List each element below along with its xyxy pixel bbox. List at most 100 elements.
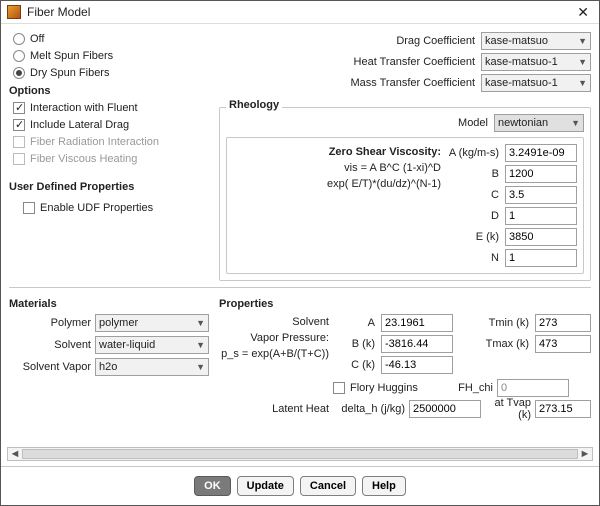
label-model: Model — [226, 117, 490, 129]
label-polymer: Polymer — [9, 317, 91, 329]
input-tmin[interactable] — [535, 314, 591, 332]
chevron-down-icon: ▼ — [578, 78, 587, 88]
label-tmin: Tmin (k) — [461, 317, 531, 329]
label-solvent: Solvent — [9, 339, 91, 351]
update-button[interactable]: Update — [237, 476, 294, 496]
select-value: water-liquid — [99, 339, 155, 351]
label-at-tvap: at Tvap (k) — [485, 397, 531, 421]
select-polymer[interactable]: polymer ▼ — [95, 314, 209, 332]
scroll-thumb[interactable] — [22, 449, 578, 459]
input-tmax[interactable] — [535, 335, 591, 353]
input-A[interactable] — [505, 144, 577, 162]
app-icon — [7, 5, 21, 19]
label-zero-shear: Zero Shear Viscosity: — [233, 144, 441, 160]
help-button[interactable]: Help — [362, 476, 406, 496]
label-svp3: p_s = exp(A+B/(T+C)) — [219, 346, 329, 362]
checkbox-icon — [23, 202, 35, 214]
chevron-down-icon: ▼ — [196, 340, 205, 350]
select-value: kase-matsuo-1 — [485, 77, 558, 89]
label-N: N — [447, 252, 501, 264]
check-enable-udf[interactable]: Enable UDF Properties — [9, 199, 209, 216]
options-header: Options — [9, 85, 209, 97]
select-heat-coef[interactable]: kase-matsuo-1 ▼ — [481, 53, 591, 71]
check-lateral-drag[interactable]: Include Lateral Drag — [9, 116, 209, 133]
input-fhchi — [497, 379, 569, 397]
rheology-frame: Rheology Model newtonian ▼ Zero Shear Vi… — [219, 107, 591, 281]
label-eq1: vis = A B^C (1-xi)^D — [233, 160, 441, 176]
select-rheology-model[interactable]: newtonian ▼ — [494, 114, 584, 132]
input-pC[interactable] — [381, 356, 453, 374]
label-tmax: Tmax (k) — [461, 338, 531, 350]
checkbox-icon — [13, 136, 25, 148]
check-label: Fiber Radiation Interaction — [30, 136, 159, 148]
label-svp1: Solvent — [219, 314, 329, 330]
radio-off[interactable]: Off — [9, 30, 209, 47]
select-value: kase-matsuo — [485, 35, 548, 47]
chevron-down-icon: ▼ — [196, 362, 205, 372]
label-mass-coef: Mass Transfer Coefficient — [219, 77, 477, 89]
check-label: Fiber Viscous Heating — [30, 153, 137, 165]
dialog-footer: OK Update Cancel Help — [1, 466, 599, 505]
label-pB: B (k) — [337, 338, 377, 350]
properties-header: Properties — [219, 298, 591, 310]
select-value: polymer — [99, 317, 138, 329]
materials-header: Materials — [9, 298, 209, 310]
select-solvent[interactable]: water-liquid ▼ — [95, 336, 209, 354]
chevron-down-icon: ▼ — [571, 118, 580, 128]
label-pC: C (k) — [337, 359, 377, 371]
close-icon[interactable]: ✕ — [573, 4, 593, 21]
label-pA: A — [337, 317, 377, 329]
radio-icon — [13, 33, 25, 45]
label-heat-coef: Heat Transfer Coefficient — [219, 56, 477, 68]
select-mass-coef[interactable]: kase-matsuo-1 ▼ — [481, 74, 591, 92]
input-delta-h[interactable] — [409, 400, 481, 418]
input-B[interactable] — [505, 165, 577, 183]
radio-label: Dry Spun Fibers — [30, 67, 109, 79]
chevron-down-icon: ▼ — [196, 318, 205, 328]
label-drag-coef: Drag Coefficient — [219, 35, 477, 47]
radio-icon — [13, 50, 25, 62]
label-delta-h: delta_h (j/kg) — [333, 403, 405, 415]
check-label: Enable UDF Properties — [40, 202, 153, 214]
window-title: Fiber Model — [27, 5, 573, 19]
checkbox-icon — [13, 153, 25, 165]
chevron-down-icon: ▼ — [578, 36, 587, 46]
checkbox-icon — [333, 382, 345, 394]
radio-label: Off — [30, 33, 44, 45]
label-C: C — [447, 189, 501, 201]
check-flory-huggins[interactable]: Flory Huggins — [333, 380, 449, 397]
input-pB[interactable] — [381, 335, 453, 353]
checkbox-icon — [13, 102, 25, 114]
horizontal-scrollbar[interactable]: ◄ ► — [7, 447, 593, 461]
label-A: A (kg/m-s) — [447, 147, 501, 159]
select-solvent-vapor[interactable]: h2o ▼ — [95, 358, 209, 376]
udf-header: User Defined Properties — [9, 181, 209, 193]
ok-button[interactable]: OK — [194, 476, 231, 496]
radio-icon — [13, 67, 25, 79]
select-drag-coef[interactable]: kase-matsuo ▼ — [481, 32, 591, 50]
select-value: h2o — [99, 361, 117, 373]
input-N[interactable] — [505, 249, 577, 267]
input-E[interactable] — [505, 228, 577, 246]
rheology-header: Rheology — [226, 99, 282, 111]
input-C[interactable] — [505, 186, 577, 204]
input-tvap[interactable] — [535, 400, 591, 418]
scroll-right-icon[interactable]: ► — [578, 448, 592, 460]
label-D: D — [447, 210, 501, 222]
check-interaction-fluent[interactable]: Interaction with Fluent — [9, 99, 209, 116]
check-viscous-heating: Fiber Viscous Heating — [9, 150, 209, 167]
radio-dry-spun[interactable]: Dry Spun Fibers — [9, 64, 209, 81]
scroll-left-icon[interactable]: ◄ — [8, 448, 22, 460]
label-solvent-vapor: Solvent Vapor — [9, 361, 91, 373]
cancel-button[interactable]: Cancel — [300, 476, 356, 496]
label-B: B — [447, 168, 501, 180]
input-D[interactable] — [505, 207, 577, 225]
check-label: Flory Huggins — [350, 382, 418, 394]
radio-melt-spun[interactable]: Melt Spun Fibers — [9, 47, 209, 64]
input-pA[interactable] — [381, 314, 453, 332]
check-label: Include Lateral Drag — [30, 119, 129, 131]
radio-label: Melt Spun Fibers — [30, 50, 113, 62]
label-latent-heat: Latent Heat — [219, 403, 329, 415]
check-label: Interaction with Fluent — [30, 102, 138, 114]
label-fhchi: FH_chi — [453, 382, 493, 394]
